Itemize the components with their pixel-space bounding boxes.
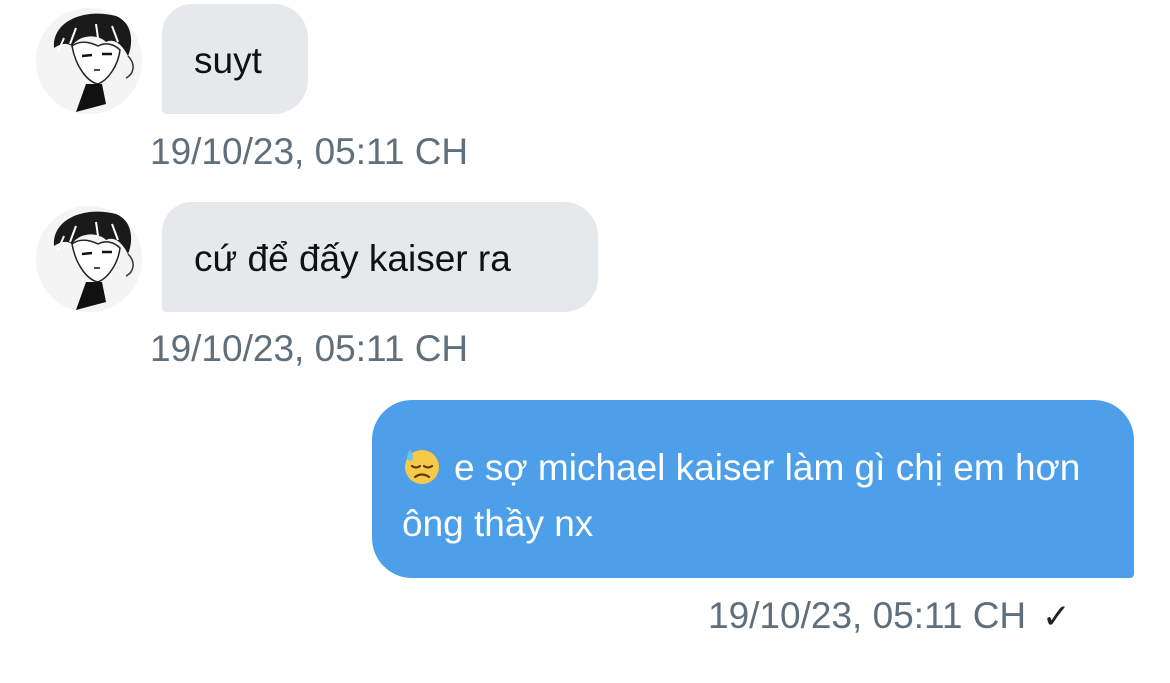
message-timestamp: 19/10/23, 05:11 CH — [708, 595, 1027, 636]
message-text: cứ để đấy kaiser ra — [194, 238, 511, 279]
message-bubble-outgoing[interactable]: e sợ michael kaiser làm gì chị em hơn ôn… — [372, 400, 1134, 578]
message-timestamp: 19/10/23, 05:11 CH — [150, 131, 469, 172]
message-text: e sợ michael kaiser làm gì chị em hơn ôn… — [402, 447, 1081, 544]
downcast-face-with-sweat-icon — [402, 446, 442, 486]
message-bubble-incoming[interactable]: cứ để đấy kaiser ra — [162, 202, 598, 312]
manga-character-avatar-icon — [36, 8, 142, 114]
message-timestamp-row: 19/10/23, 05:11 CH ✓ — [708, 594, 1071, 639]
message-bubble-incoming[interactable]: suyt — [162, 4, 308, 114]
message-text: suyt — [194, 40, 262, 81]
sent-check-icon: ✓ — [1042, 598, 1071, 636]
manga-character-avatar-icon — [36, 206, 142, 312]
avatar[interactable] — [36, 206, 142, 312]
avatar[interactable] — [36, 8, 142, 114]
message-timestamp: 19/10/23, 05:11 CH — [150, 328, 469, 369]
